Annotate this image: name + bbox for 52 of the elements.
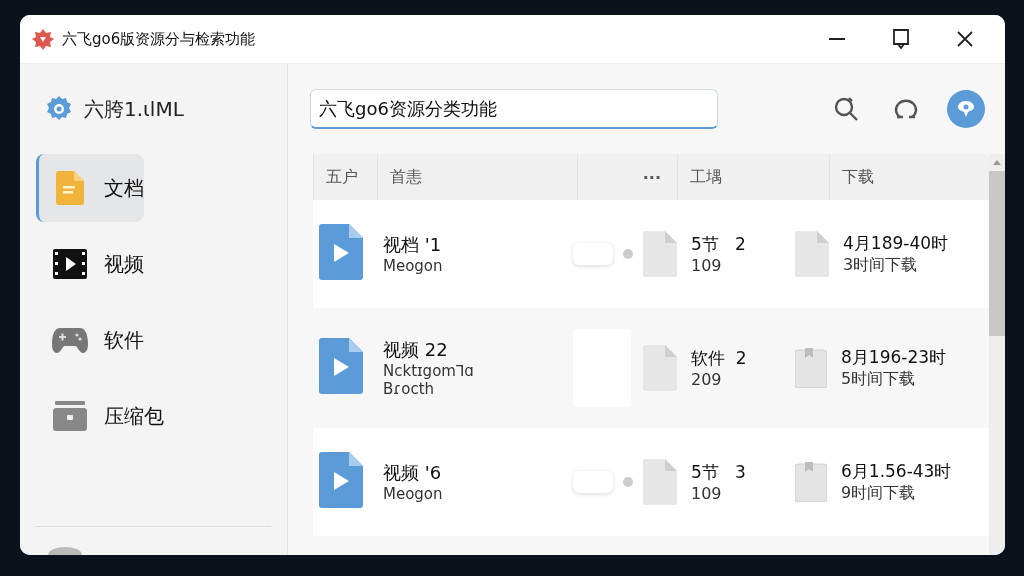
date-text: 8月196-23时 xyxy=(841,346,947,369)
size-text: 软件 2 xyxy=(691,347,747,370)
file-icon xyxy=(643,231,677,277)
clipboard-icon xyxy=(795,348,827,388)
date-text: 6月1.56-43时 xyxy=(841,460,952,483)
app-logo-icon xyxy=(32,28,54,50)
file-icon xyxy=(643,345,677,391)
profile-button[interactable] xyxy=(947,90,985,128)
count-text: 209 xyxy=(691,370,723,389)
date-text: 4月189-40时 xyxy=(843,232,949,255)
file-icon xyxy=(643,459,677,505)
scroll-up-icon xyxy=(993,160,1001,165)
file-source: Bɾocth xyxy=(383,380,436,398)
search-field[interactable]: 六飞go6资源分类功能 xyxy=(310,89,718,129)
file-name: 视频 22 xyxy=(383,338,449,362)
download-note: 9时间下载 xyxy=(841,483,917,504)
scrollbar-thumb[interactable] xyxy=(989,171,1005,336)
sidebar-item[interactable]: 软件 xyxy=(36,306,144,374)
maximize-icon xyxy=(892,29,910,49)
download-note: 3时间下载 xyxy=(843,255,919,276)
avatar-icon xyxy=(48,547,82,555)
gear-icon xyxy=(46,96,72,122)
clipboard-icon xyxy=(795,462,827,502)
close-icon xyxy=(957,31,973,47)
film-icon xyxy=(53,249,87,279)
file-source: Meogon xyxy=(383,485,444,503)
window-title: 六飞go6版资源分与检索功能 xyxy=(62,29,257,49)
sidebar-item[interactable]: 文档 xyxy=(36,154,144,222)
box-icon xyxy=(53,401,87,431)
minimize-icon xyxy=(829,38,845,40)
video-file-icon xyxy=(319,224,363,280)
file-source: Ncktɪgom⅂ɑ xyxy=(383,362,475,380)
document-icon xyxy=(56,171,84,205)
file-icon xyxy=(795,231,829,277)
size-text: 5节 3 xyxy=(691,461,746,484)
status-dot xyxy=(623,249,633,259)
download-note: 5时间下载 xyxy=(841,369,917,390)
app-name: 六胯1.ιlML xyxy=(84,95,184,123)
count-text: 109 xyxy=(691,484,723,503)
file-source: Meogon xyxy=(383,257,444,275)
sidebar-item[interactable]: 压缩包 xyxy=(36,382,164,450)
video-file-icon xyxy=(319,338,363,394)
video-file-icon xyxy=(319,452,363,508)
size-text: 5节 2 xyxy=(691,233,746,256)
status-dot xyxy=(623,477,633,487)
chat-bubble-icon xyxy=(894,97,918,121)
sidebar-item[interactable]: 视频 xyxy=(36,230,144,298)
file-name: 视频 '6 xyxy=(383,461,443,485)
search-icon xyxy=(833,96,859,122)
gamepad-icon xyxy=(52,325,88,355)
count-text: 109 xyxy=(691,256,723,275)
file-name: 视档 '1 xyxy=(383,233,443,257)
